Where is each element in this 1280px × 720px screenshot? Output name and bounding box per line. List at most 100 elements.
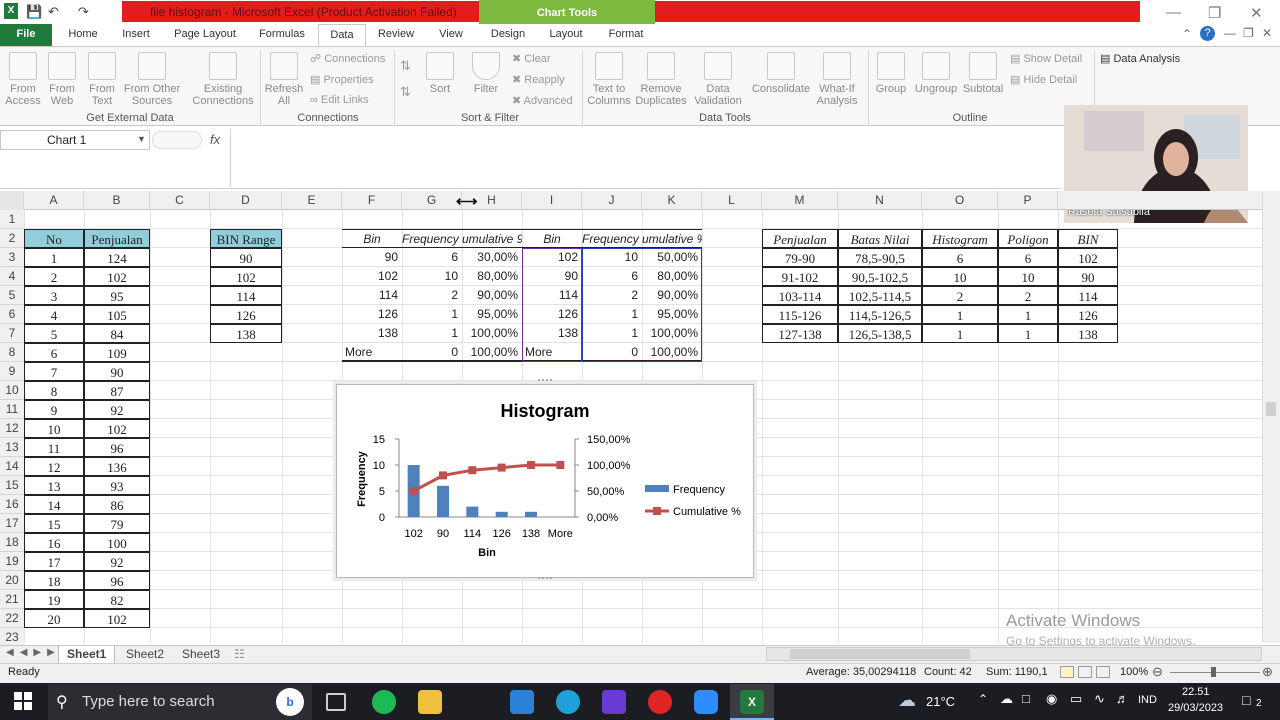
col-header-e[interactable]: E bbox=[282, 191, 342, 210]
col-header-o[interactable]: O bbox=[922, 191, 998, 210]
doc-minimize-icon[interactable]: — bbox=[1224, 26, 1236, 40]
cell-no[interactable]: 2 bbox=[24, 267, 84, 286]
insert-sheet-icon[interactable]: ☷ bbox=[234, 647, 245, 661]
cell-no[interactable]: 6 bbox=[24, 343, 84, 362]
notification-icon[interactable]: □ bbox=[1242, 692, 1250, 708]
summary-header[interactable]: BIN bbox=[1058, 229, 1118, 248]
col-header-m[interactable]: M bbox=[762, 191, 838, 210]
save-icon[interactable]: 💾 bbox=[26, 4, 42, 20]
ribbon-minimize-icon[interactable]: ⌃ bbox=[1182, 27, 1192, 41]
cell-no[interactable]: 15 bbox=[24, 514, 84, 533]
cell-no[interactable]: 3 bbox=[24, 286, 84, 305]
summary-header[interactable]: Histogram bbox=[922, 229, 998, 248]
cell-penjualan[interactable]: 79 bbox=[84, 514, 150, 533]
hist1-cell[interactable]: 138 bbox=[342, 324, 402, 343]
hide-detail-button[interactable]: ▤ Hide Detail bbox=[1010, 73, 1077, 86]
close-icon[interactable]: ✕ bbox=[1250, 4, 1263, 22]
summary-cell[interactable]: 114 bbox=[1058, 286, 1118, 305]
row-header[interactable]: 22 bbox=[0, 609, 24, 628]
wifi-icon[interactable]: ∿ bbox=[1094, 691, 1105, 707]
row-header[interactable]: 16 bbox=[0, 495, 24, 514]
cell-penjualan[interactable]: 92 bbox=[84, 400, 150, 419]
cell-no[interactable]: 1 bbox=[24, 248, 84, 267]
row-header[interactable]: 18 bbox=[0, 533, 24, 552]
name-box[interactable]: Chart 1 bbox=[0, 130, 150, 150]
sort-az-icon[interactable]: ⇅ bbox=[400, 58, 411, 74]
cell-no[interactable]: 9 bbox=[24, 400, 84, 419]
cell-no[interactable]: 19 bbox=[24, 590, 84, 609]
hist1-cell[interactable]: 126 bbox=[342, 305, 402, 324]
hist1-header[interactable]: umulative 9 bbox=[462, 229, 522, 248]
device-icon[interactable]: □ bbox=[1022, 691, 1030, 706]
cell-no[interactable]: 5 bbox=[24, 324, 84, 343]
hist1-cell[interactable]: 2 bbox=[402, 286, 462, 305]
doc-restore-icon[interactable]: ❐ bbox=[1243, 26, 1254, 40]
zoom-level[interactable]: 100% bbox=[1120, 666, 1148, 678]
summary-cell[interactable]: 1 bbox=[922, 324, 998, 343]
redo-icon[interactable]: ↷ bbox=[78, 4, 89, 20]
cell-penjualan[interactable]: 105 bbox=[84, 305, 150, 324]
cell-penjualan[interactable]: 86 bbox=[84, 495, 150, 514]
bin-range-cell[interactable]: 138 bbox=[210, 324, 282, 343]
from-other-sources-button[interactable]: From Other Sources bbox=[122, 52, 182, 107]
from-access-button[interactable]: From Access bbox=[4, 52, 42, 107]
app-icon[interactable] bbox=[602, 690, 626, 714]
task-view-icon[interactable] bbox=[326, 693, 346, 711]
what-if-analysis-button[interactable]: What-If Analysis bbox=[812, 52, 862, 107]
bing-icon[interactable]: b bbox=[276, 688, 304, 716]
summary-cell[interactable]: 90,5-102,5 bbox=[838, 267, 922, 286]
summary-cell[interactable]: 6 bbox=[922, 248, 998, 267]
summary-cell[interactable]: 1 bbox=[998, 324, 1058, 343]
sort-za-icon[interactable]: ⇅ bbox=[400, 84, 411, 100]
select-all-corner[interactable] bbox=[0, 191, 24, 210]
col-header-d[interactable]: D bbox=[210, 191, 282, 210]
weather-cloud-icon[interactable]: ☁ bbox=[898, 690, 916, 711]
col-header-g[interactable]: G bbox=[402, 191, 462, 210]
cell-penjualan[interactable]: 87 bbox=[84, 381, 150, 400]
row-header[interactable]: 1 bbox=[0, 210, 24, 229]
show-detail-button[interactable]: ▤ Show Detail bbox=[1010, 52, 1082, 65]
row-header[interactable]: 8 bbox=[0, 343, 24, 362]
cell-penjualan[interactable]: 102 bbox=[84, 267, 150, 286]
edit-links-button[interactable]: ∞ Edit Links bbox=[310, 94, 369, 106]
properties-button[interactable]: ▤ Properties bbox=[310, 73, 374, 86]
clear-filter-button[interactable]: ✖ Clear bbox=[512, 52, 551, 65]
help-icon[interactable]: ? bbox=[1200, 26, 1215, 41]
col-header-f[interactable]: F bbox=[342, 191, 402, 210]
row-header[interactable]: 10 bbox=[0, 381, 24, 400]
from-web-button[interactable]: From Web bbox=[44, 52, 80, 107]
summary-cell[interactable]: 91-102 bbox=[762, 267, 838, 286]
sheet-tab-sheet1[interactable]: Sheet1 bbox=[58, 646, 116, 664]
cell-no[interactable]: 7 bbox=[24, 362, 84, 381]
row-header[interactable]: 17 bbox=[0, 514, 24, 533]
col-header-c[interactable]: C bbox=[150, 191, 210, 210]
restore-icon[interactable]: ❐ bbox=[1208, 4, 1221, 22]
summary-header[interactable]: Batas Nilai bbox=[838, 229, 922, 248]
hist1-cell[interactable]: 114 bbox=[342, 286, 402, 305]
cell-penjualan[interactable]: 100 bbox=[84, 533, 150, 552]
hist1-cell[interactable]: 95,00% bbox=[462, 305, 522, 324]
advanced-filter-button[interactable]: ✖ Advanced bbox=[512, 94, 573, 107]
hist1-header[interactable]: Bin bbox=[342, 229, 402, 248]
row-header[interactable]: 5 bbox=[0, 286, 24, 305]
summary-cell[interactable]: 2 bbox=[922, 286, 998, 305]
name-box-dropdown-icon[interactable]: ▼ bbox=[137, 134, 146, 144]
row-header[interactable]: 14 bbox=[0, 457, 24, 476]
cell-no[interactable]: 4 bbox=[24, 305, 84, 324]
sheet-nav-arrows-icon[interactable]: ◀◀▶▶ bbox=[6, 647, 61, 658]
tab-data[interactable]: Data bbox=[318, 24, 366, 47]
cell-penjualan[interactable]: 109 bbox=[84, 343, 150, 362]
opera-icon[interactable] bbox=[648, 690, 672, 714]
filter-button[interactable]: Filter bbox=[468, 52, 504, 95]
hist1-cell[interactable]: 102 bbox=[342, 267, 402, 286]
text-to-columns-button[interactable]: Text to Columns bbox=[586, 52, 632, 107]
spotify-icon[interactable] bbox=[372, 690, 396, 714]
summary-cell[interactable]: 114,5-126,5 bbox=[838, 305, 922, 324]
row-header[interactable]: 11 bbox=[0, 400, 24, 419]
chart-resize-handle-top[interactable] bbox=[538, 379, 552, 383]
hist1-cell[interactable]: 100,00% bbox=[462, 324, 522, 343]
summary-cell[interactable]: 78,5-90,5 bbox=[838, 248, 922, 267]
tab-formulas[interactable]: Formulas bbox=[252, 24, 312, 46]
bin-range-header[interactable]: BIN Range bbox=[210, 229, 282, 248]
col-header-a[interactable]: A bbox=[24, 191, 84, 210]
